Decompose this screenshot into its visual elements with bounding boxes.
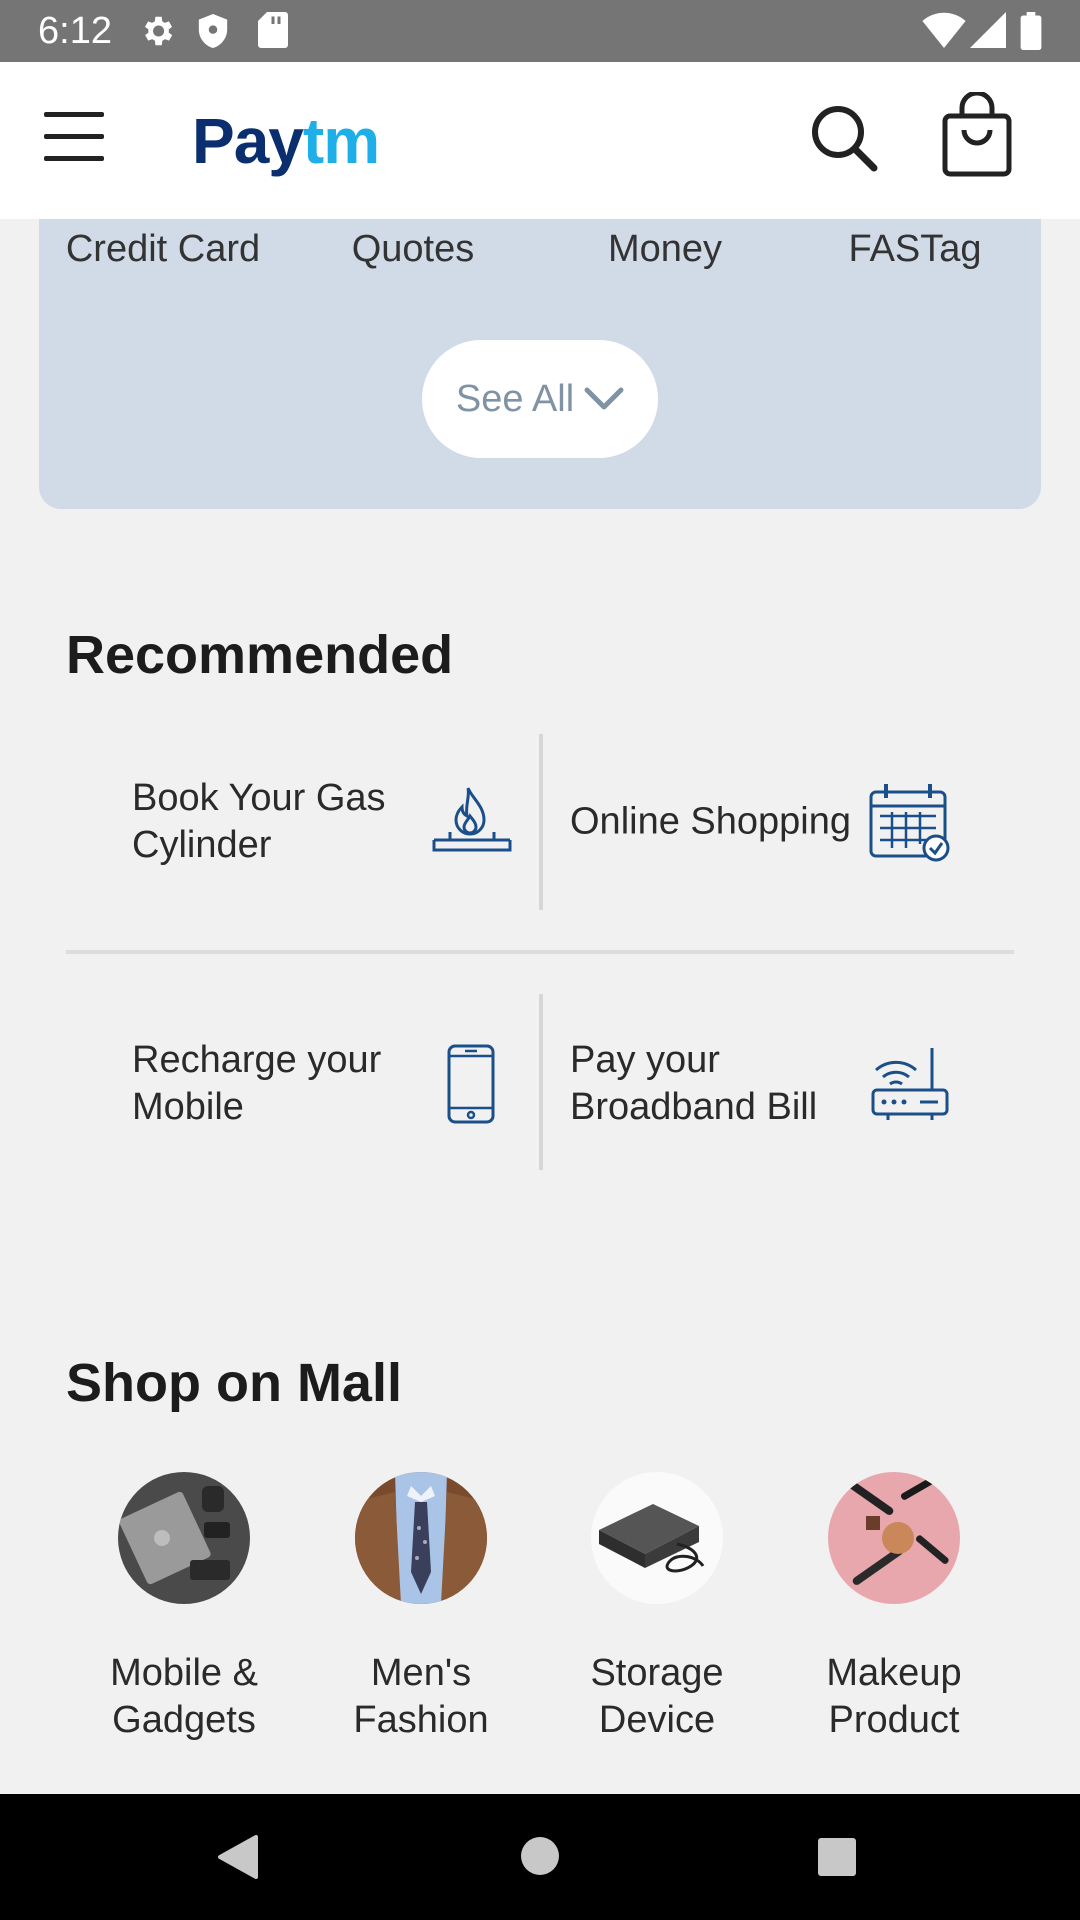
rec-online-shopping[interactable]: Online Shopping [570, 732, 1040, 912]
mobile-gadgets-thumbnail [118, 1472, 250, 1604]
calendar-check-icon [869, 784, 950, 862]
storage-device-thumbnail [591, 1472, 723, 1604]
app-bar: Paytm [0, 62, 1080, 219]
shop-on-mall-title: Shop on Mall [66, 1353, 402, 1413]
mall-storage-device[interactable]: Storage Device [552, 1472, 762, 1744]
back-icon[interactable] [216, 1834, 260, 1880]
status-time: 6:12 [38, 10, 112, 52]
chevron-down-icon [584, 387, 624, 410]
service-money[interactable]: Money [570, 228, 760, 271]
rec-label: Pay your Broadband Bill [570, 1039, 818, 1128]
rec-label: Online Shopping [570, 800, 851, 843]
mall-label: Storage Device [590, 1652, 724, 1741]
home-icon[interactable] [518, 1834, 562, 1878]
mall-mens-fashion[interactable]: Men's Fashion [316, 1472, 526, 1744]
wifi-router-icon [871, 1048, 949, 1120]
rec-label: Book Your Gas Cylinder [132, 777, 386, 866]
recommended-title: Recommended [66, 625, 454, 685]
system-nav-bar [0, 1794, 1080, 1920]
vertical-divider [539, 734, 543, 910]
search-icon[interactable] [808, 102, 880, 174]
recents-icon[interactable] [816, 1836, 858, 1878]
rec-recharge-mobile[interactable]: Recharge your Mobile [132, 994, 602, 1174]
cell-signal-icon [970, 12, 1006, 48]
service-credit-card[interactable]: Credit Card [58, 228, 268, 271]
menu-icon[interactable] [44, 112, 104, 162]
mens-fashion-thumbnail [355, 1472, 487, 1604]
mall-makeup-product[interactable]: Makeup Product [789, 1472, 999, 1744]
mobile-phone-icon [447, 1044, 495, 1124]
service-quotes[interactable]: Quotes [318, 228, 508, 271]
mall-mobile-gadgets[interactable]: Mobile & Gadgets [79, 1472, 289, 1744]
rec-broadband-bill[interactable]: Pay your Broadband Bill [570, 994, 1040, 1174]
mall-label: Mobile & Gadgets [110, 1652, 258, 1741]
rec-book-gas-cylinder[interactable]: Book Your Gas Cylinder [132, 732, 602, 912]
status-bar: 6:12 [0, 0, 1080, 62]
see-all-label: See All [455, 377, 575, 420]
see-all-button[interactable]: See All [422, 340, 658, 458]
makeup-product-thumbnail [828, 1472, 960, 1604]
settings-icon [144, 16, 173, 46]
horizontal-divider [66, 950, 1014, 954]
gas-cylinder-icon [432, 787, 512, 852]
rec-label: Recharge your Mobile [132, 1039, 382, 1128]
mall-label: Men's Fashion [353, 1652, 489, 1741]
mall-label: Makeup Product [826, 1652, 962, 1741]
shopping-bag-icon[interactable] [940, 92, 1014, 178]
wifi-icon [922, 12, 966, 48]
shield-icon [198, 14, 228, 48]
service-fastag[interactable]: FASTag [820, 228, 1010, 271]
sd-card-icon [258, 12, 288, 48]
paytm-logo: Paytm [192, 105, 380, 177]
battery-icon [1020, 12, 1042, 50]
vertical-divider [539, 994, 543, 1170]
